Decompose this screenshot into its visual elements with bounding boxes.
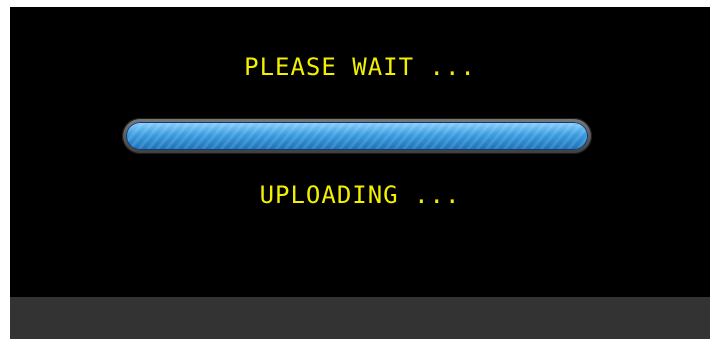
please-wait-message: PLEASE WAIT ... — [244, 53, 476, 81]
upload-progress-fill — [126, 122, 588, 150]
upload-screen: PLEASE WAIT ... UPLOADING ... — [10, 7, 710, 339]
upload-progress-bar — [122, 118, 592, 154]
display-area: PLEASE WAIT ... UPLOADING ... — [10, 7, 710, 297]
uploading-status: UPLOADING ... — [259, 181, 461, 209]
footer-bar — [10, 297, 710, 339]
